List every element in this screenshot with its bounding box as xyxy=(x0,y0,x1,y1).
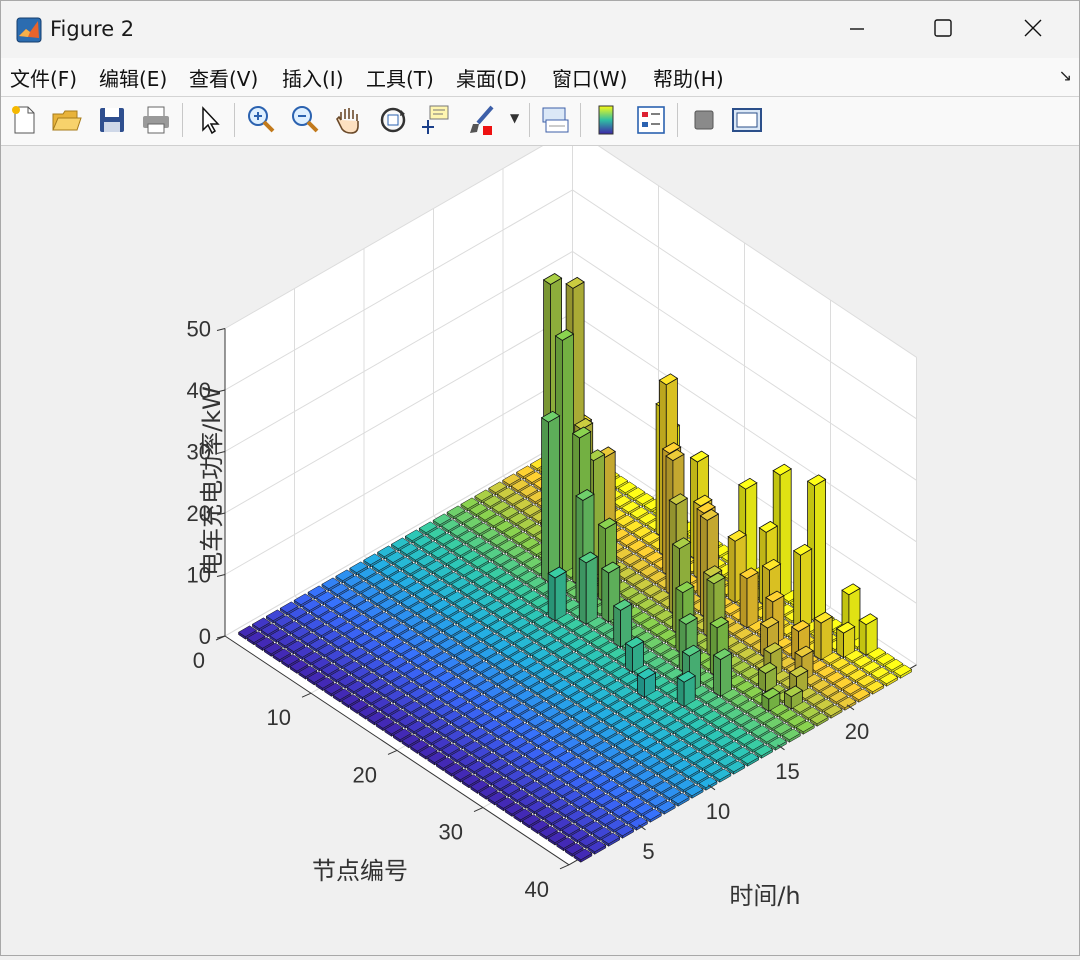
z-tick-label: 0 xyxy=(199,624,211,649)
menu-desktop[interactable]: 桌面(D) xyxy=(456,63,527,92)
x-tick-label: 15 xyxy=(775,759,799,784)
bar-front-face xyxy=(585,555,598,626)
toolbar-separator xyxy=(182,103,183,137)
z-tick-label: 50 xyxy=(187,317,211,342)
bar xyxy=(578,551,599,626)
menu-edit[interactable]: 编辑(E) xyxy=(99,63,167,92)
zoom-in-icon[interactable] xyxy=(243,102,279,138)
x-axis-label: 时间/h xyxy=(729,882,800,910)
z-axis-label: 电车充电功率/kW xyxy=(198,386,226,576)
x-tick-label: 5 xyxy=(642,839,654,864)
bar-side-face xyxy=(541,416,549,583)
z-tick xyxy=(216,328,226,331)
y-tick-label: 10 xyxy=(267,705,291,730)
y-tick-label: 40 xyxy=(525,877,549,902)
y-tick xyxy=(387,749,398,755)
bar xyxy=(540,410,561,583)
bar-front-face xyxy=(548,415,560,583)
y-tick-label: 0 xyxy=(193,648,205,673)
menu-help[interactable]: 帮助(H) xyxy=(653,63,724,92)
bar-front-face xyxy=(779,468,792,599)
bar xyxy=(547,566,567,622)
y-tick xyxy=(301,692,312,698)
bar xyxy=(739,567,759,629)
minimize-icon xyxy=(850,28,864,30)
y-tick-label: 30 xyxy=(439,820,463,845)
bar-side-face xyxy=(547,572,556,622)
rotate-3d-icon[interactable] xyxy=(375,102,411,138)
maximize-button[interactable] xyxy=(898,0,988,58)
dock-arrow-icon[interactable]: ↘ xyxy=(1059,66,1072,85)
bar-side-face xyxy=(813,617,822,661)
window-title: Figure 2 xyxy=(50,17,135,41)
bar-front-face xyxy=(800,548,813,630)
show-plot-tools-icon[interactable] xyxy=(729,102,765,138)
new-figure-icon[interactable] xyxy=(6,102,42,138)
hide-plot-tools-icon[interactable] xyxy=(686,102,722,138)
bar-side-face xyxy=(739,573,748,629)
menu-tools[interactable]: 工具(T) xyxy=(366,63,434,92)
close-icon xyxy=(1024,19,1042,37)
maximize-icon xyxy=(934,19,952,37)
figure-canvas[interactable]: 电车充电功率/kW 节点编号 时间/h 0 10 20 30 40 50 0 10 20 30 40… xyxy=(0,127,1080,956)
data-cursor-icon[interactable] xyxy=(418,102,454,138)
bar-side-face xyxy=(793,549,801,630)
x-tick-label: 20 xyxy=(845,719,869,744)
link-plot-icon[interactable] xyxy=(537,102,573,138)
bar-side-face xyxy=(613,605,621,649)
bar-front-face xyxy=(745,482,758,576)
bar-side-face xyxy=(858,619,867,657)
bar-side-face xyxy=(578,557,587,626)
bar-front-face xyxy=(554,570,567,622)
bar-front-face xyxy=(814,478,826,622)
figure-toolbar: ▼ xyxy=(0,97,1080,146)
y-axis-label: 节点编号 xyxy=(312,857,408,885)
menu-bar: 文件(F) 编辑(E) 查看(V) 插入(I) 工具(T) 桌面(D) 窗口(W… xyxy=(0,58,1080,97)
z-tick-label: 20 xyxy=(187,501,211,526)
minimize-button[interactable] xyxy=(812,0,902,58)
y-tick xyxy=(559,864,570,870)
bar-front-face xyxy=(562,333,574,575)
z-tick-label: 30 xyxy=(187,440,211,465)
legend-icon[interactable] xyxy=(633,102,669,138)
colorbar-icon[interactable] xyxy=(589,102,625,138)
bar xyxy=(612,599,633,649)
y-tick xyxy=(473,807,484,813)
save-icon[interactable] xyxy=(94,102,130,138)
bar xyxy=(813,611,833,661)
bar-front-face xyxy=(720,652,732,698)
bar-side-face xyxy=(713,654,721,698)
bar3d-plot[interactable]: 电车充电功率/kW 节点编号 时间/h 0 10 20 30 40 50 0 10 20 30 40… xyxy=(0,127,1080,956)
matlab-logo-icon xyxy=(16,17,42,43)
menu-file[interactable]: 文件(F) xyxy=(10,63,77,92)
print-icon[interactable] xyxy=(138,102,174,138)
pan-hand-icon[interactable] xyxy=(331,102,367,138)
bar xyxy=(792,543,813,630)
bar-front-face xyxy=(820,616,833,661)
brush-dropdown-icon[interactable]: ▼ xyxy=(510,111,519,125)
bar xyxy=(858,613,878,657)
toolbar-separator xyxy=(529,103,530,137)
z-tick-label: 10 xyxy=(187,563,211,588)
close-button[interactable] xyxy=(988,0,1078,58)
select-pointer-icon[interactable] xyxy=(192,102,228,138)
menu-view[interactable]: 查看(V) xyxy=(189,63,258,92)
bar xyxy=(712,648,733,698)
bar-side-face xyxy=(727,535,736,604)
menu-window[interactable]: 窗口(W) xyxy=(552,63,627,92)
x-tick-label: 10 xyxy=(706,799,730,824)
toolbar-separator xyxy=(677,103,678,137)
y-tick-label: 20 xyxy=(353,762,377,787)
toolbar-separator xyxy=(234,103,235,137)
z-tick-label: 40 xyxy=(187,378,211,403)
brush-icon[interactable] xyxy=(465,102,501,138)
window-title-bar: Figure 2 xyxy=(0,0,1080,58)
menu-insert[interactable]: 插入(I) xyxy=(282,63,344,92)
bar-front-face xyxy=(746,571,759,629)
bar-side-face xyxy=(601,567,610,623)
zoom-out-icon[interactable] xyxy=(287,102,323,138)
toolbar-separator xyxy=(580,103,581,137)
open-file-icon[interactable] xyxy=(49,102,85,138)
